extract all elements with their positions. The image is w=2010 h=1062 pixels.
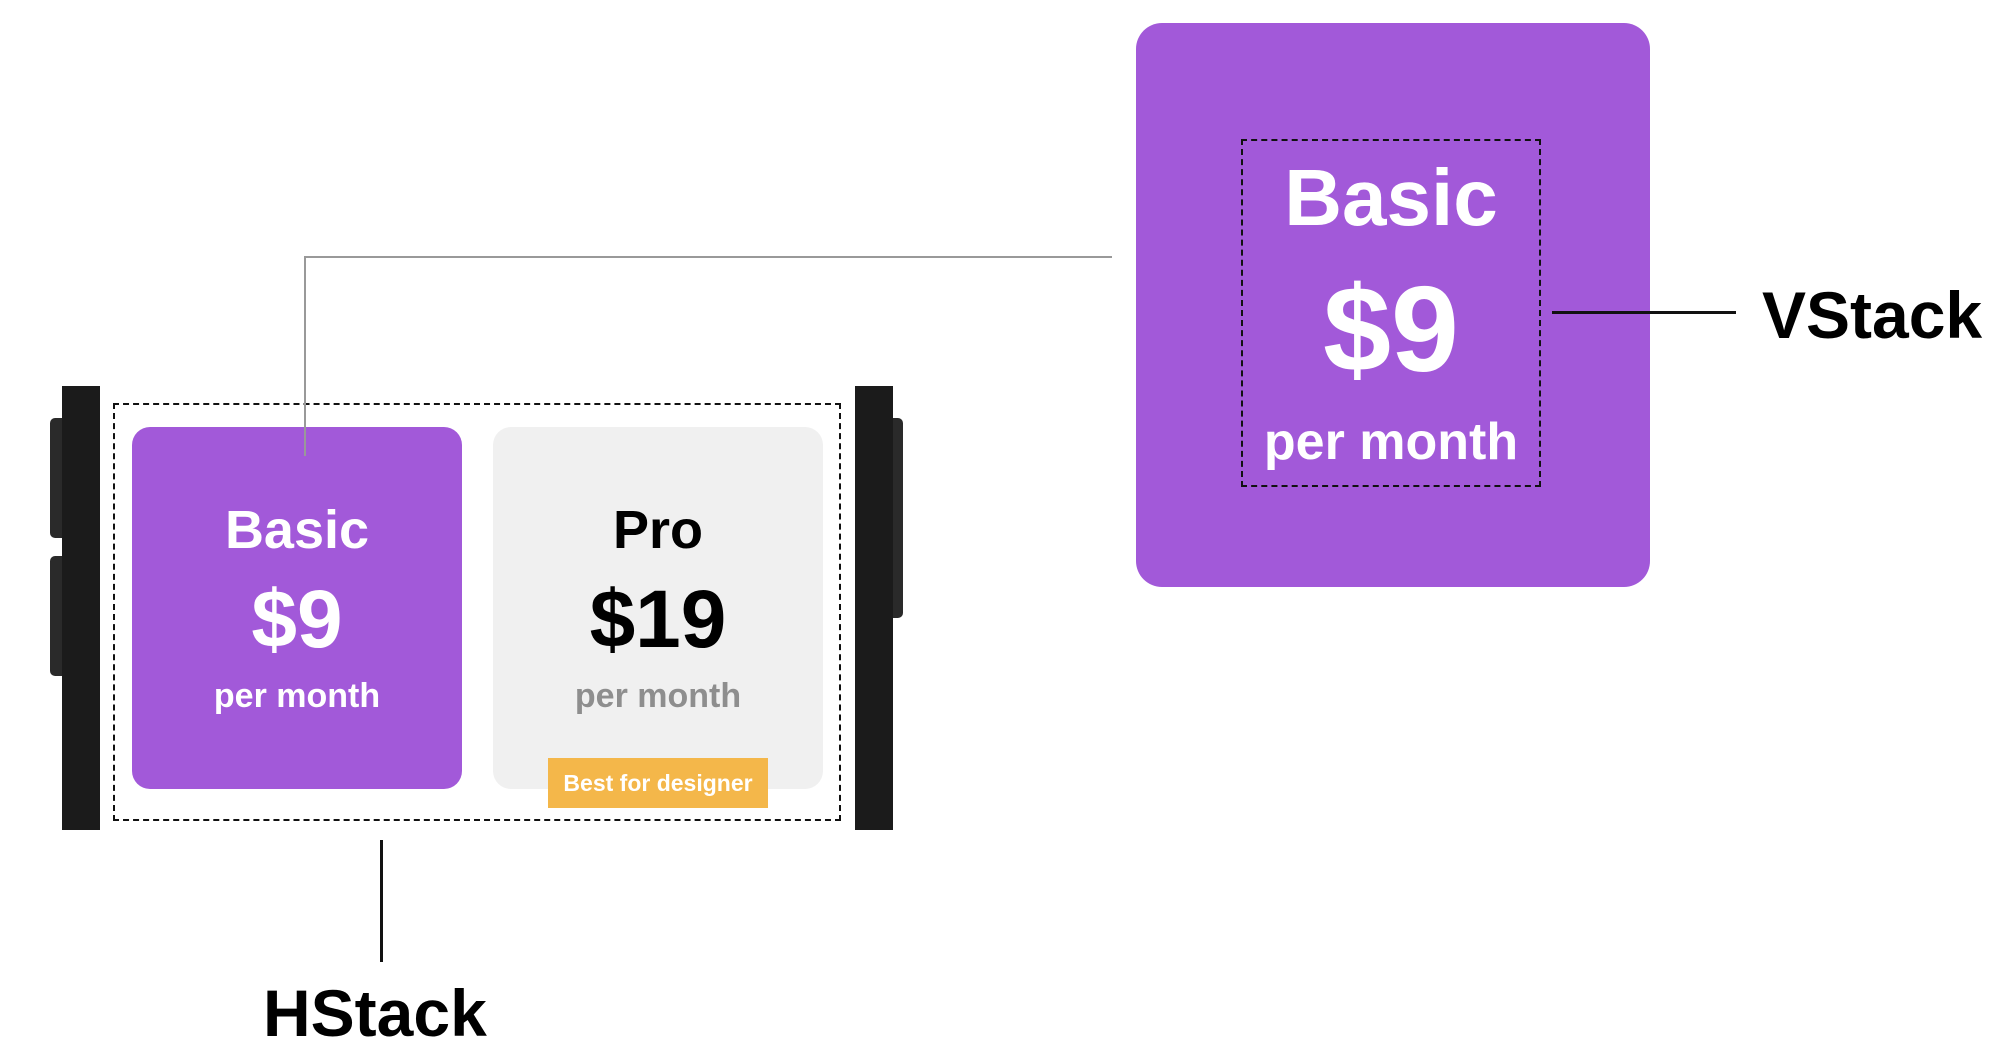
basic-plan-card[interactable]: Basic $9 per month bbox=[132, 427, 462, 789]
hstack-label: HStack bbox=[263, 976, 487, 1050]
phone-frame-right bbox=[855, 386, 893, 830]
phone-side-button bbox=[50, 556, 62, 676]
plan-title: Pro bbox=[612, 500, 704, 560]
phone-side-button bbox=[50, 418, 62, 538]
phone-frame-left bbox=[62, 386, 100, 830]
plan-price: $19 bbox=[589, 574, 727, 665]
connector-line bbox=[304, 256, 306, 456]
hstack-pointer-line bbox=[380, 840, 383, 962]
vstack-pointer-line bbox=[1552, 311, 1736, 314]
zoom-plan-period: per month bbox=[1263, 413, 1519, 471]
plan-title: Basic bbox=[224, 500, 370, 560]
best-for-designer-badge: Best for designer bbox=[548, 758, 768, 808]
plan-period: per month bbox=[574, 677, 742, 715]
connector-line bbox=[304, 256, 1112, 258]
plan-period: per month bbox=[213, 677, 381, 715]
vstack-outline: Basic $9 per month bbox=[1241, 139, 1541, 487]
phone-side-button bbox=[893, 418, 903, 618]
zoom-plan-price: $9 bbox=[1323, 261, 1459, 397]
plan-price: $9 bbox=[251, 574, 343, 665]
vstack-label: VStack bbox=[1762, 278, 1983, 352]
zoom-plan-title: Basic bbox=[1284, 153, 1498, 242]
pro-plan-card[interactable]: Pro $19 per month bbox=[493, 427, 823, 789]
